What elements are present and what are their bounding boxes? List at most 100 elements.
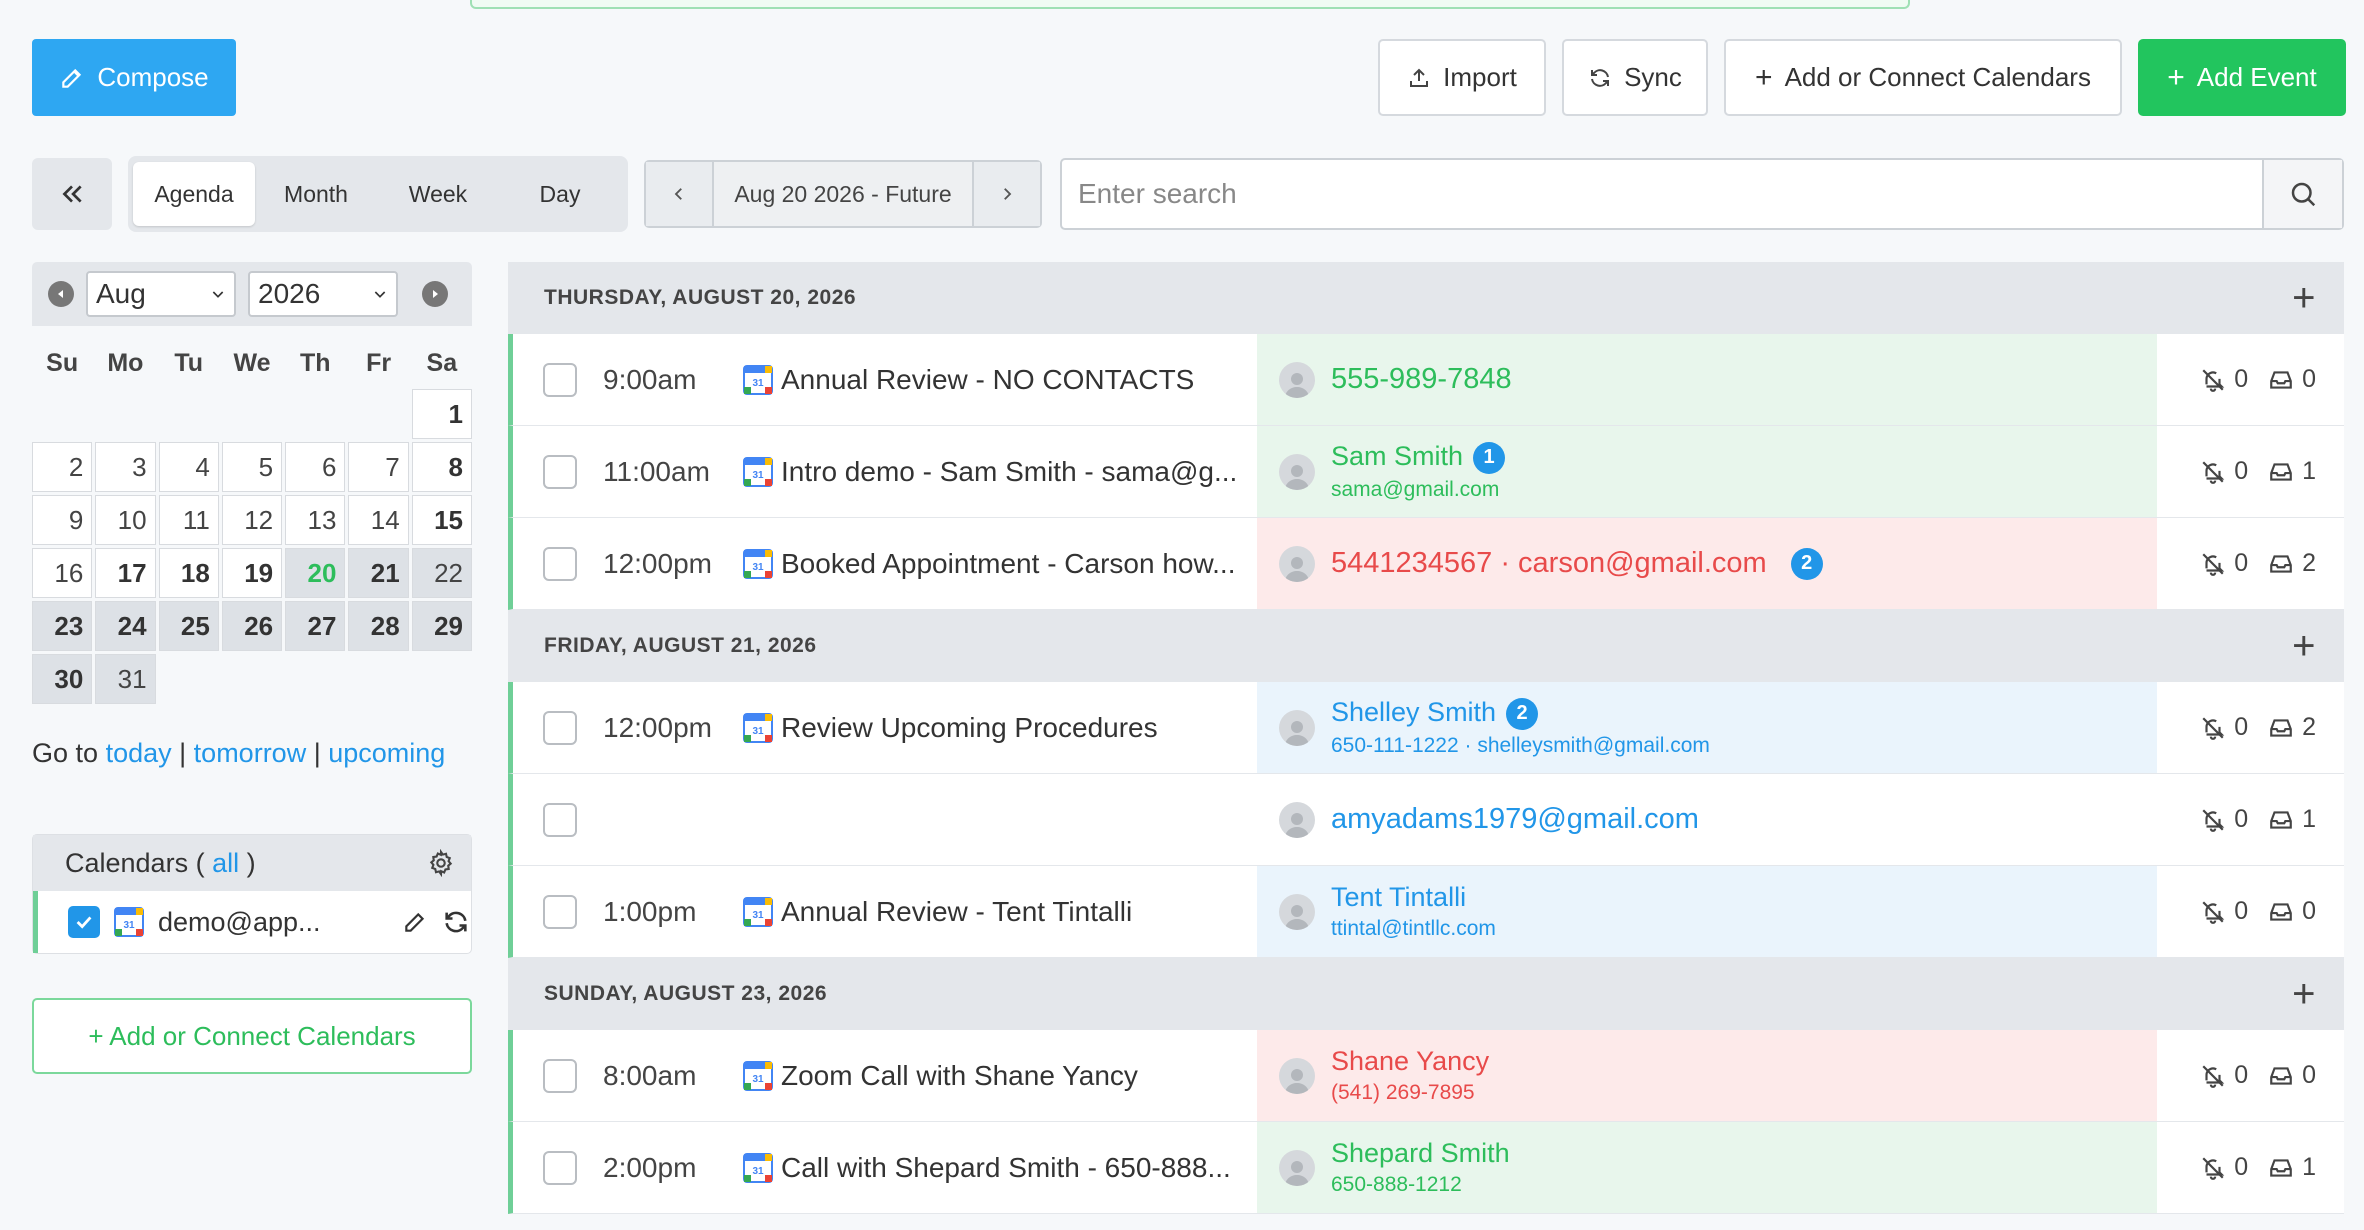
event-contact[interactable]: 5441234567 · carson@gmail.com 2 [1257, 518, 2157, 609]
calendar-day[interactable]: 27 [285, 601, 346, 651]
search-button[interactable] [2262, 160, 2342, 228]
agenda-event-row[interactable]: 12:00pm 31 Booked Appointment - Carson how… [508, 518, 2344, 610]
event-contact[interactable]: Tent Tintalli ttintal@tintllc.com [1257, 866, 2157, 957]
event-checkbox[interactable] [543, 802, 577, 837]
calendar-day[interactable]: 26 [221, 601, 283, 651]
calendar-day[interactable]: 17 [95, 548, 156, 598]
month-select[interactable]: Aug [86, 271, 236, 317]
goto-tomorrow-link[interactable]: tomorrow [194, 738, 307, 768]
gear-icon[interactable] [427, 849, 455, 877]
date-range-label[interactable]: Aug 20 2026 - Future [712, 162, 974, 226]
calendar-day[interactable]: 3 [95, 442, 156, 492]
event-contact[interactable]: Shane Yancy (541) 269-7895 [1257, 1030, 2157, 1121]
event-contact[interactable]: amyadams1979@gmail.com [1257, 774, 2157, 865]
agenda-event-row[interactable]: 1:00pm 31 Annual Review - Tent Tintalli Ten… [508, 866, 2344, 958]
calendar-day[interactable]: 22 [411, 548, 472, 598]
calendar-day[interactable]: 29 [411, 601, 472, 651]
add-event-plus-icon[interactable]: + [2292, 972, 2316, 1017]
calendar-day[interactable]: 11 [158, 495, 219, 545]
event-contact[interactable]: Shelley Smith 2 650-111-1222 · shelleysmit… [1257, 682, 2157, 773]
calendar-day[interactable]: 5 [221, 442, 283, 492]
calendar-day[interactable]: 25 [158, 601, 219, 651]
calendar-day[interactable]: 30 [32, 654, 93, 704]
contact-info[interactable]: 5441234567 · carson@gmail.com [1331, 547, 1767, 580]
calendar-day[interactable]: 20 [285, 548, 346, 598]
add-event-plus-icon[interactable]: + [2292, 276, 2316, 321]
event-checkbox[interactable] [543, 546, 577, 581]
calendar-day[interactable]: 1 [411, 389, 472, 439]
year-select[interactable]: 2026 [248, 271, 398, 317]
calendar-day[interactable]: 6 [285, 442, 346, 492]
calendar-day[interactable]: 2 [32, 442, 93, 492]
agenda-event-row[interactable]: amyadams1979@gmail.com 0 1 [508, 774, 2344, 866]
calendar-day[interactable]: 18 [158, 548, 219, 598]
calendar-day[interactable]: 9 [32, 495, 93, 545]
event-title[interactable]: Intro demo - Sam Smith - sama@g... [781, 456, 1237, 488]
contact-name[interactable]: Sam Smith [1331, 441, 1463, 471]
all-calendars-link[interactable]: all [212, 848, 239, 878]
calendar-day[interactable]: 10 [95, 495, 156, 545]
calendar-day[interactable]: 13 [285, 495, 346, 545]
agenda-event-row[interactable]: 2:00pm 31 Call with Shepard Smith - 650-88… [508, 1122, 2344, 1214]
event-checkbox[interactable] [543, 362, 577, 397]
calendar-day[interactable]: 16 [32, 548, 93, 598]
calendar-day[interactable]: 21 [348, 548, 409, 598]
add-event-plus-icon[interactable]: + [2292, 624, 2316, 669]
event-contact[interactable]: Shepard Smith 650-888-1212 [1257, 1122, 2157, 1213]
contact-name[interactable]: Shepard Smith [1331, 1138, 1510, 1168]
event-title[interactable]: Zoom Call with Shane Yancy [781, 1060, 1138, 1092]
agenda-event-row[interactable]: 8:00am 31 Zoom Call with Shane Yancy Shane … [508, 1030, 2344, 1122]
refresh-icon[interactable] [442, 908, 470, 936]
event-title[interactable]: Annual Review - NO CONTACTS [781, 364, 1194, 396]
event-title[interactable]: Annual Review - Tent Tintalli [781, 896, 1132, 928]
tab-day[interactable]: Day [499, 162, 621, 226]
calendar-day[interactable]: 28 [348, 601, 409, 651]
calendar-day[interactable]: 24 [95, 601, 156, 651]
event-contact[interactable]: Sam Smith 1 sama@gmail.com [1257, 426, 2157, 517]
event-checkbox[interactable] [543, 710, 577, 745]
event-contact[interactable]: 555-989-7848 [1257, 334, 2157, 425]
next-month-button[interactable] [422, 281, 448, 307]
contact-name[interactable]: Shelley Smith [1331, 697, 1496, 727]
event-title[interactable]: Booked Appointment - Carson how... [781, 548, 1236, 580]
contact-name[interactable]: Shane Yancy [1331, 1046, 1489, 1076]
calendar-day[interactable]: 19 [221, 548, 283, 598]
event-checkbox[interactable] [543, 1150, 577, 1185]
contact-info[interactable]: amyadams1979@gmail.com [1331, 803, 1699, 836]
compose-button[interactable]: Compose [32, 39, 236, 116]
collapse-sidebar-button[interactable] [32, 158, 112, 230]
calendar-day[interactable]: 14 [348, 495, 409, 545]
agenda-event-row[interactable]: 9:00am 31 Annual Review - NO CONTACTS 555-9… [508, 334, 2344, 426]
calendar-day[interactable]: 8 [411, 442, 472, 492]
add-connect-calendars-button[interactable]: + Add or Connect Calendars [1724, 39, 2122, 116]
agenda-event-row[interactable]: 12:00pm 31 Review Upcoming Procedures Shell… [508, 682, 2344, 774]
add-event-button[interactable]: + Add Event [2138, 39, 2346, 116]
goto-upcoming-link[interactable]: upcoming [328, 738, 445, 768]
event-checkbox[interactable] [543, 1058, 577, 1093]
agenda-event-row[interactable]: 11:00am 31 Intro demo - Sam Smith - sama@g… [508, 426, 2344, 518]
search-input[interactable] [1062, 160, 2262, 228]
calendar-item[interactable]: 31 demo@app... [33, 891, 471, 953]
calendar-day[interactable]: 31 [95, 654, 156, 704]
prev-month-button[interactable] [48, 281, 74, 307]
sidebar-add-connect-calendars-button[interactable]: + Add or Connect Calendars [32, 998, 472, 1074]
tab-week[interactable]: Week [377, 162, 499, 226]
event-title[interactable]: Review Upcoming Procedures [781, 712, 1158, 744]
calendar-day[interactable]: 15 [411, 495, 472, 545]
calendar-day[interactable]: 23 [32, 601, 93, 651]
contact-info[interactable]: 555-989-7848 [1331, 363, 1512, 396]
sync-button[interactable]: Sync [1562, 39, 1708, 116]
next-range-button[interactable] [974, 162, 1040, 226]
import-button[interactable]: Import [1378, 39, 1546, 116]
event-title[interactable]: Call with Shepard Smith - 650-888... [781, 1152, 1231, 1184]
calendar-day[interactable]: 7 [348, 442, 409, 492]
prev-range-button[interactable] [646, 162, 712, 226]
calendar-day[interactable]: 12 [221, 495, 283, 545]
event-checkbox[interactable] [543, 894, 577, 929]
edit-icon[interactable] [402, 909, 428, 935]
event-checkbox[interactable] [543, 454, 577, 489]
goto-today-link[interactable]: today [106, 738, 172, 768]
calendar-day[interactable]: 4 [158, 442, 219, 492]
tab-agenda[interactable]: Agenda [133, 162, 255, 226]
calendar-checkbox[interactable] [68, 906, 100, 938]
